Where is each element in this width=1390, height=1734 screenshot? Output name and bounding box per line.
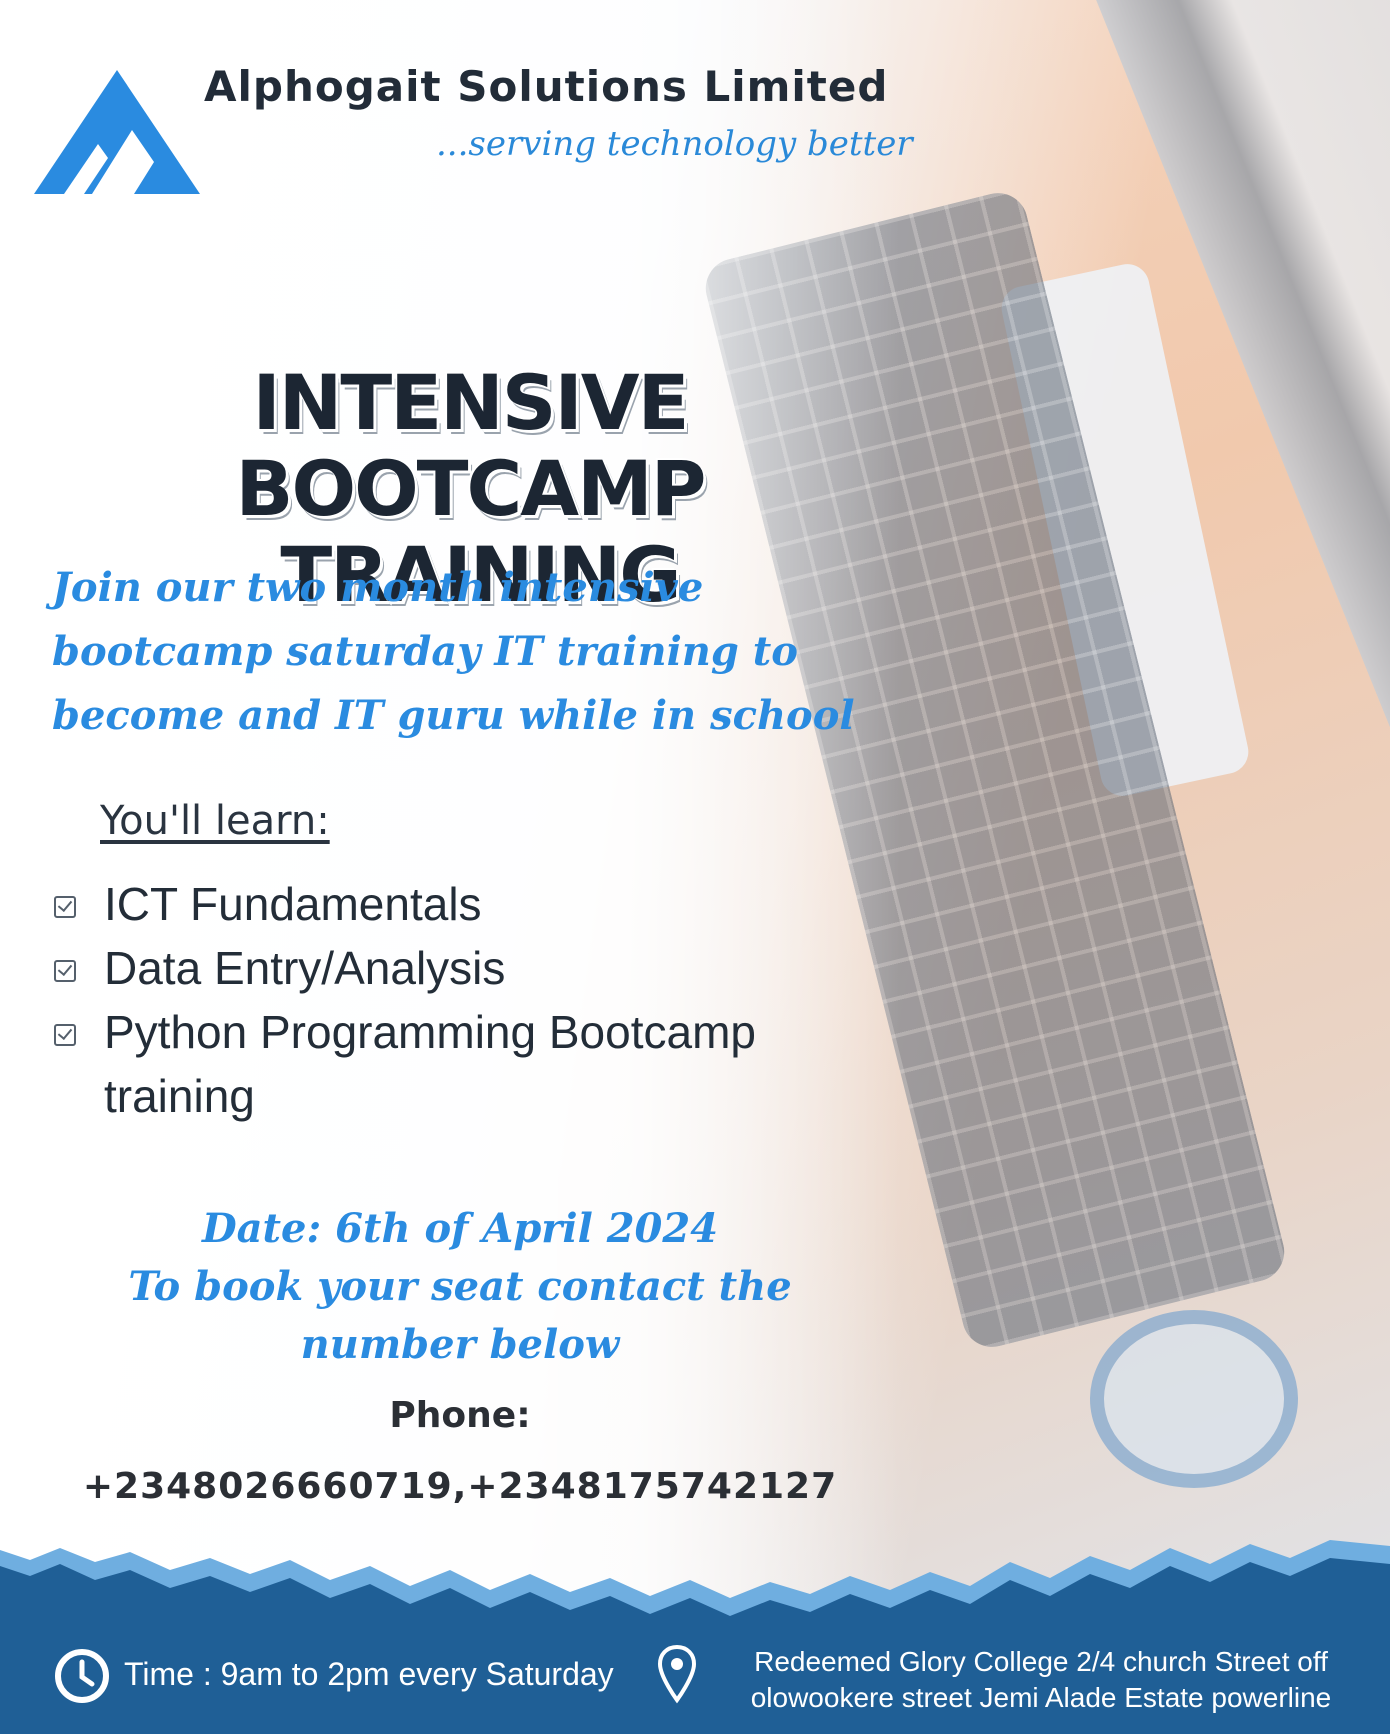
list-item-label: Data Entry/Analysis xyxy=(104,942,506,994)
location-pin-icon xyxy=(657,1644,697,1704)
address-line-2: olowookere street Jemi Alade Estate powe… xyxy=(750,1682,1332,1713)
clock-icon xyxy=(55,1649,109,1703)
footer-address: Redeemed Glory College 2/4 church Street… xyxy=(706,1644,1376,1716)
phone-label: Phone: xyxy=(389,1395,531,1436)
event-info: Date: 6th of April 2024 To book your sea… xyxy=(100,1200,820,1374)
intro-text: Join our two month intensive bootcamp sa… xyxy=(52,564,855,739)
list-item-label: Python Programming Bootcamp training xyxy=(104,1006,756,1122)
checkbox-icon xyxy=(54,960,76,982)
list-item: Data Entry/Analysis xyxy=(50,936,850,1000)
checkbox-icon xyxy=(54,896,76,918)
list-item: ICT Fundamentals xyxy=(50,872,850,936)
checkbox-icon xyxy=(54,1024,76,1046)
title-line-1: INTENSIVE BOOTCAMP xyxy=(235,358,707,533)
learn-list: ICT Fundamentals Data Entry/Analysis Pyt… xyxy=(50,872,850,1128)
address-line-1: Redeemed Glory College 2/4 church Street… xyxy=(754,1646,1328,1677)
list-item: Python Programming Bootcamp training xyxy=(50,1000,850,1128)
mouse-image xyxy=(1090,1310,1298,1488)
learn-heading: You'll learn: xyxy=(100,798,330,844)
booking-instruction: To book your seat contact the number bel… xyxy=(128,1263,792,1368)
footer-time: Time : 9am to 2pm every Saturday xyxy=(124,1656,614,1692)
company-logo-icon xyxy=(34,70,200,194)
list-item-label: ICT Fundamentals xyxy=(104,878,482,930)
company-name: Alphogait Solutions Limited xyxy=(204,62,889,111)
event-date: Date: 6th of April 2024 xyxy=(201,1205,719,1252)
company-tagline: ...serving technology better xyxy=(436,124,913,164)
